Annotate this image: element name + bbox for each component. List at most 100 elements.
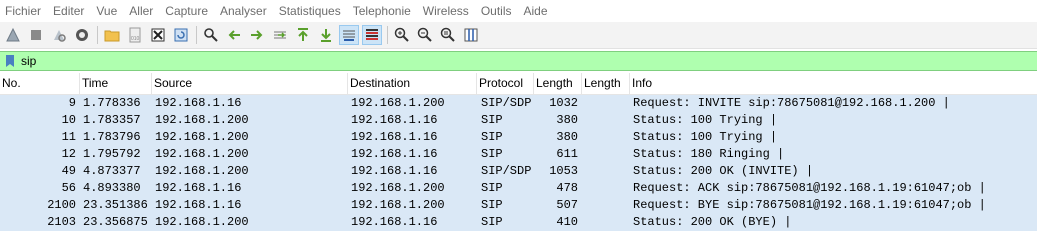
cell-no: 11 — [61, 130, 76, 144]
packet-list: No. Time Source Destination Protocol Len… — [0, 73, 1037, 246]
cell-destination: 192.168.1.200 — [351, 198, 445, 212]
zoom-in-icon[interactable] — [392, 25, 412, 45]
packet-row[interactable]: 2100 23.351386 192.168.1.16 192.168.1.200 SI… — [0, 197, 1037, 214]
column-header-protocol[interactable]: Protocol — [477, 73, 534, 94]
cell-source: 192.168.1.16 — [155, 198, 242, 212]
colorize-icon[interactable] — [362, 25, 382, 45]
cell-source: 192.168.1.16 — [155, 181, 242, 195]
cell-length: 478 — [556, 181, 578, 195]
go-back-icon[interactable] — [224, 25, 244, 45]
cell-protocol: SIP/SDP — [481, 96, 532, 110]
packet-row[interactable]: 12 1.795792 192.168.1.200 192.168.1.16 SIP 61… — [0, 146, 1037, 163]
cell-destination: 192.168.1.16 — [351, 164, 438, 178]
cell-time: 1.783357 — [83, 113, 141, 127]
packet-row[interactable]: 11 1.783796 192.168.1.200 192.168.1.16 SIP 38… — [0, 129, 1037, 146]
go-forward-icon[interactable] — [247, 25, 267, 45]
cell-source: 192.168.1.200 — [155, 215, 249, 229]
cell-destination: 192.168.1.200 — [351, 96, 445, 110]
start-capture-icon[interactable] — [3, 25, 23, 45]
column-header-time[interactable]: Time — [80, 73, 152, 94]
svg-text:010: 010 — [131, 36, 140, 42]
column-header-destination[interactable]: Destination — [348, 73, 477, 94]
cell-protocol: SIP — [481, 181, 503, 195]
bookmark-icon[interactable] — [2, 52, 18, 70]
menu-telephonie[interactable]: Telephonie — [347, 0, 417, 22]
cell-info: Status: 100 Trying | — [633, 130, 778, 144]
cell-info: Status: 100 Trying | — [633, 113, 778, 127]
cell-length: 380 — [556, 130, 578, 144]
cell-length-2 — [582, 112, 626, 129]
cell-source: 192.168.1.200 — [155, 164, 249, 178]
column-header-length[interactable]: Length — [534, 73, 582, 94]
packet-row[interactable]: 49 4.873377 192.168.1.200 192.168.1.16 SIP/S… — [0, 163, 1037, 180]
cell-no: 56 — [61, 181, 76, 195]
cell-no: 49 — [61, 164, 76, 178]
capture-options-icon[interactable] — [72, 25, 92, 45]
zoom-out-icon[interactable] — [415, 25, 435, 45]
save-file-icon[interactable]: 010 — [125, 25, 145, 45]
cell-destination: 192.168.1.16 — [351, 113, 438, 127]
reload-file-icon[interactable] — [171, 25, 191, 45]
cell-length: 507 — [556, 198, 578, 212]
cell-length-2 — [582, 214, 626, 231]
packet-row[interactable]: 2103 23.356875 192.168.1.200 192.168.1.16 SI… — [0, 214, 1037, 231]
cell-time: 23.351386 — [83, 198, 148, 212]
cell-no: 9 — [68, 96, 76, 110]
cell-destination: 192.168.1.200 — [351, 181, 445, 195]
cell-no: 2103 — [47, 215, 76, 229]
packet-row[interactable]: 10 1.783357 192.168.1.200 192.168.1.16 SIP 38… — [0, 112, 1037, 129]
go-to-packet-icon[interactable] — [270, 25, 290, 45]
menu-editer[interactable]: Editer — [47, 0, 90, 22]
cell-no: 10 — [61, 113, 76, 127]
cell-protocol: SIP — [481, 215, 503, 229]
cell-info: Request: BYE sip:78675081@192.168.1.19:6… — [633, 198, 986, 212]
cell-info: Request: INVITE sip:78675081@192.168.1.2… — [633, 96, 950, 110]
menu-outils[interactable]: Outils — [475, 0, 518, 22]
menu-wireless[interactable]: Wireless — [417, 0, 475, 22]
menu-fichier[interactable]: Fichier — [0, 0, 47, 22]
cell-length-2 — [582, 146, 626, 163]
cell-length: 1053 — [549, 164, 578, 178]
packet-row[interactable]: 56 4.893380 192.168.1.16 192.168.1.200 SIP 47… — [0, 180, 1037, 197]
cell-source: 192.168.1.200 — [155, 147, 249, 161]
column-header-info[interactable]: Info — [630, 73, 1037, 94]
menu-aller[interactable]: Aller — [123, 0, 159, 22]
menu-analyser[interactable]: Analyser — [214, 0, 273, 22]
cell-info: Status: 180 Ringing | — [633, 147, 785, 161]
menu-capture[interactable]: Capture — [159, 0, 214, 22]
cell-time: 1.783796 — [83, 130, 141, 144]
cell-time: 4.873377 — [83, 164, 141, 178]
cell-length: 611 — [556, 147, 578, 161]
stop-capture-icon[interactable] — [26, 25, 46, 45]
cell-length: 410 — [556, 215, 578, 229]
menu-statistiques[interactable]: Statistiques — [273, 0, 347, 22]
menu-aide[interactable]: Aide — [518, 0, 554, 22]
resize-columns-icon[interactable] — [461, 25, 481, 45]
cell-length: 380 — [556, 113, 578, 127]
cell-protocol: SIP/SDP — [481, 164, 532, 178]
cell-protocol: SIP — [481, 113, 503, 127]
main-toolbar: 010 — [0, 22, 1037, 49]
cell-protocol: SIP — [481, 130, 503, 144]
column-header-source[interactable]: Source — [152, 73, 348, 94]
normal-size-icon[interactable] — [438, 25, 458, 45]
find-packet-icon[interactable] — [201, 25, 221, 45]
open-file-icon[interactable] — [102, 25, 122, 45]
cell-no: 2100 — [47, 198, 76, 212]
cell-length-2 — [582, 129, 626, 146]
column-header-length-2[interactable]: Length — [582, 73, 630, 94]
first-packet-icon[interactable] — [293, 25, 313, 45]
restart-capture-icon[interactable] — [49, 25, 69, 45]
display-filter-input[interactable] — [18, 52, 1037, 70]
packet-row[interactable]: 9 1.778336 192.168.1.16 192.168.1.200 SIP/SD… — [0, 95, 1037, 112]
cell-length-2 — [582, 180, 626, 197]
cell-time: 4.893380 — [83, 181, 141, 195]
close-file-icon[interactable] — [148, 25, 168, 45]
cell-destination: 192.168.1.16 — [351, 215, 438, 229]
menu-vue[interactable]: Vue — [90, 0, 123, 22]
column-header-no[interactable]: No. — [0, 73, 80, 94]
cell-length-2 — [582, 95, 626, 112]
autoscroll-icon[interactable] — [339, 25, 359, 45]
last-packet-icon[interactable] — [316, 25, 336, 45]
toolbar-separator — [196, 26, 197, 44]
